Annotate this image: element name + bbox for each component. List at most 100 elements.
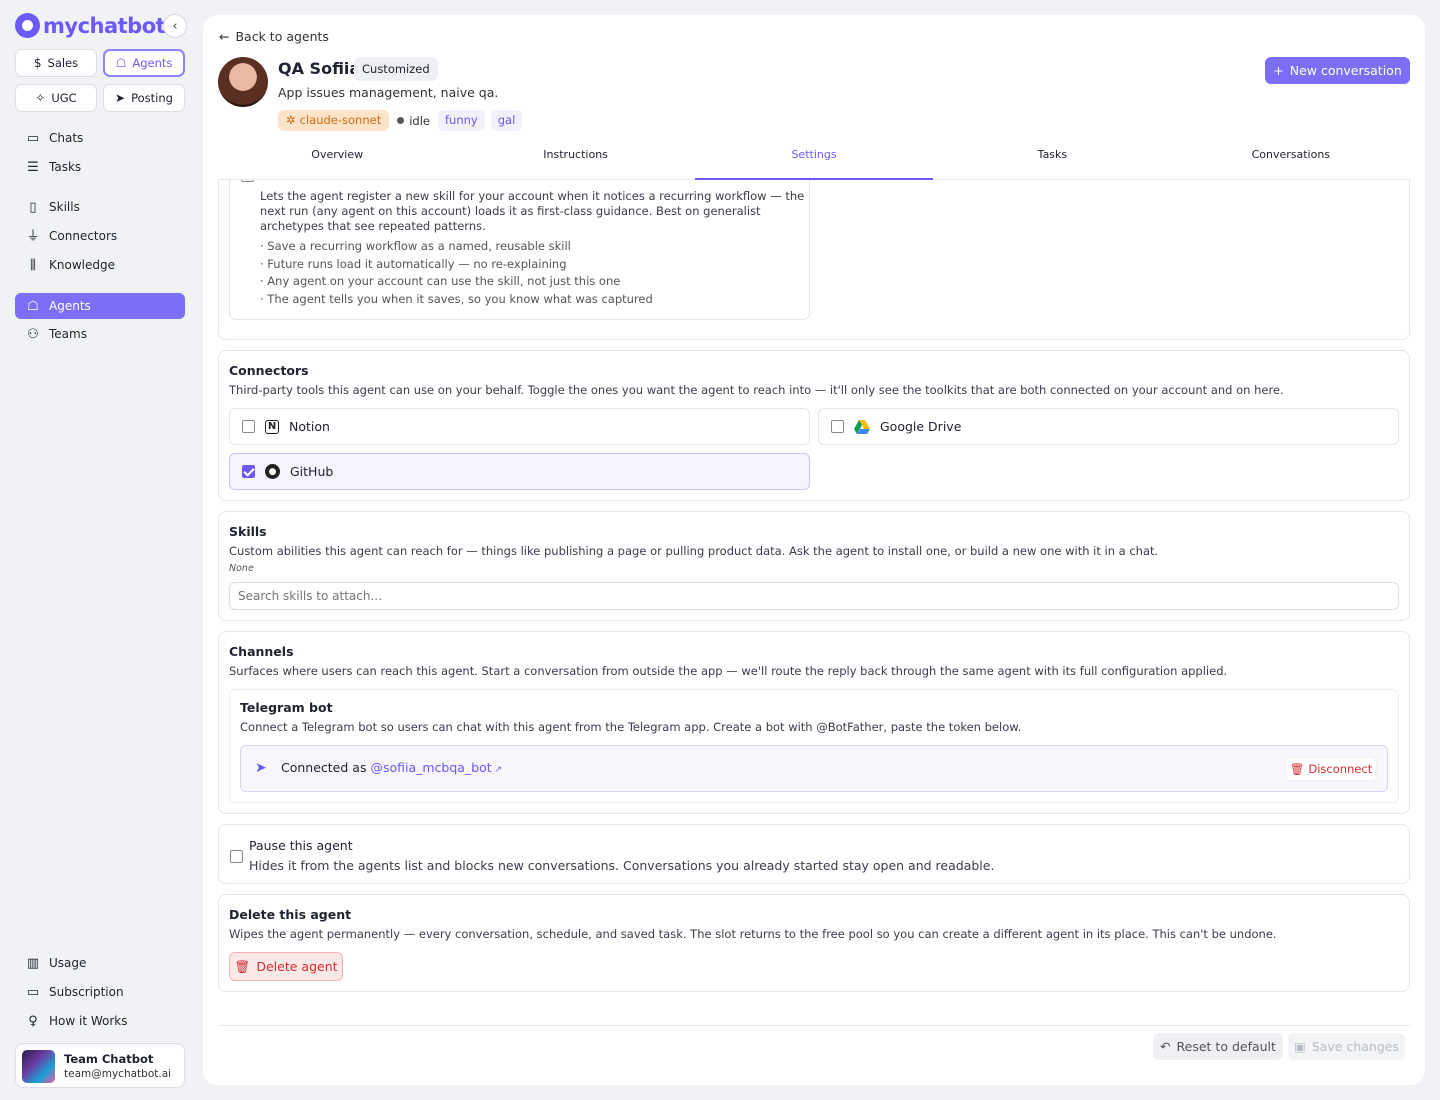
book-icon: ▯	[29, 199, 37, 215]
logo-text: mychatbot	[43, 14, 166, 38]
telegram-connection: ➤ Connected as @sofiia_mcbqa_bot ↗ 🗑 Disc…	[240, 745, 1388, 792]
collapse-sidebar-button[interactable]: ‹	[163, 14, 187, 38]
quick-ugc-label: UGC	[51, 91, 77, 105]
tag-funny: funny	[437, 110, 485, 131]
skills-search-input[interactable]	[229, 582, 1399, 610]
telegram-bot-link[interactable]: @sofiia_mcbqa_bot	[370, 760, 491, 775]
self-skill-option[interactable]: Lets the agent register a new skill for …	[229, 180, 810, 320]
telegram-connected-text: Connected as @sofiia_mcbqa_bot ↗	[281, 760, 502, 775]
quick-posting-label: Posting	[131, 91, 173, 105]
sidebar-item-usage[interactable]: ▥ Usage	[15, 950, 185, 976]
profile-name: Team Chatbot	[64, 1052, 154, 1066]
sidebar: mychatbot ‹ $ Sales ☖ Agents ✧ UGC ➤ Posting…	[0, 0, 200, 1100]
reset-to-default-button[interactable]: ↶ Reset to default	[1153, 1033, 1283, 1060]
github-icon: ●	[265, 464, 280, 479]
connector-google-drive[interactable]: Google Drive	[818, 408, 1399, 445]
new-conversation-label: New conversation	[1289, 63, 1402, 78]
quick-agents-label: Agents	[132, 56, 173, 70]
disconnect-label: Disconnect	[1308, 762, 1373, 776]
self-skill-checkbox[interactable]	[241, 180, 254, 182]
user-profile[interactable]: Team Chatbot team@mychatbot.ai	[15, 1043, 185, 1088]
robot-icon: ☖	[27, 298, 39, 314]
quick-sales-button[interactable]: $ Sales	[15, 49, 97, 77]
back-label: Back to agents	[235, 29, 329, 44]
tab-conversations[interactable]: Conversations	[1172, 140, 1410, 179]
model-badge: ✲ claude-sonnet	[278, 110, 390, 131]
connector-google-drive-checkbox[interactable]	[831, 420, 844, 433]
sidebar-item-label: Usage	[49, 956, 87, 970]
pause-agent-checkbox[interactable]	[230, 850, 243, 863]
trash-icon: 🗑	[1289, 762, 1305, 776]
sidebar-item-label: Subscription	[49, 985, 124, 999]
send-icon: ➤	[115, 91, 126, 105]
skills-card: Skills Custom abilities this agent can r…	[218, 511, 1410, 621]
bullet-item: · Future runs load it automatically — no…	[260, 256, 567, 271]
tab-tasks[interactable]: Tasks	[933, 140, 1171, 179]
sidebar-item-chats[interactable]: ▭ Chats	[15, 125, 185, 151]
model-label: claude-sonnet	[299, 113, 382, 127]
pause-card: Pause this agent Hides it from the agent…	[218, 824, 1410, 884]
sidebar-item-agents[interactable]: ☖ Agents	[15, 293, 185, 319]
chat-icon: ▭	[26, 130, 40, 146]
sidebar-item-label: Skills	[49, 200, 80, 214]
arrow-left-icon: ←	[219, 29, 230, 44]
external-link-icon: ↗	[491, 765, 503, 775]
new-conversation-button[interactable]: + New conversation	[1265, 57, 1410, 84]
sidebar-item-label: Tasks	[49, 160, 82, 174]
sidebar-item-teams[interactable]: ⚇ Teams	[15, 321, 185, 347]
delete-description: Wipes the agent permanently — every conv…	[229, 927, 1277, 941]
quick-sales-label: Sales	[47, 56, 79, 70]
connectors-title: Connectors	[229, 363, 309, 378]
bullet-item: · The agent tells you when it saves, so …	[260, 291, 653, 306]
connector-github-checkbox[interactable]	[242, 465, 255, 478]
bullet-item: · Any agent on your account can use the …	[260, 274, 621, 288]
delete-agent-button[interactable]: 🗑 Delete agent	[229, 952, 343, 981]
main-panel: ← Back to agents QA Sofiia Customized App…	[203, 15, 1425, 1085]
connector-notion[interactable]: N Notion	[229, 408, 810, 445]
google-drive-icon	[854, 419, 870, 435]
connected-prefix: Connected as	[281, 760, 371, 775]
avatar	[22, 1050, 55, 1083]
connectors-card: Connectors Third-party tools this agent …	[218, 350, 1410, 501]
logo-icon	[15, 13, 40, 38]
tab-settings[interactable]: Settings	[694, 140, 934, 180]
sidebar-item-how-it-works[interactable]: ♀ How it Works	[15, 1008, 185, 1034]
skills-empty-text: None	[229, 563, 254, 574]
disconnect-button[interactable]: 🗑 Disconnect	[1285, 757, 1377, 781]
back-to-agents-link[interactable]: ← Back to agents	[219, 29, 329, 44]
delete-title: Delete this agent	[229, 907, 352, 922]
spark-icon: ✲	[286, 113, 296, 127]
notion-icon: N	[265, 419, 279, 434]
quick-ugc-button[interactable]: ✧ UGC	[15, 84, 97, 112]
sidebar-item-skills[interactable]: ▯ Skills	[15, 194, 185, 220]
self-skill-card: Lets the agent register a new skill for …	[218, 180, 1410, 340]
sidebar-item-knowledge[interactable]: ⫼ Knowledge	[15, 252, 185, 278]
logo[interactable]: mychatbot ‹	[15, 12, 187, 40]
connector-label: Notion	[289, 419, 330, 434]
save-changes-button[interactable]: ▣ Save changes	[1288, 1033, 1405, 1060]
sidebar-item-label: Chats	[49, 131, 84, 145]
self-skill-bullets: · Save a recurring workflow as a named, …	[260, 238, 653, 308]
skills-title: Skills	[229, 524, 267, 539]
sidebar-item-subscription[interactable]: ▭ Subscription	[15, 979, 185, 1005]
connector-notion-checkbox[interactable]	[242, 420, 255, 433]
chevron-left-icon: ‹	[172, 18, 178, 34]
settings-content[interactable]: Lets the agent register a new skill for …	[203, 180, 1425, 1085]
quick-posting-button[interactable]: ➤ Posting	[103, 84, 185, 112]
telegram-title: Telegram bot	[240, 700, 333, 715]
trash-icon: 🗑	[234, 958, 251, 974]
tab-instructions[interactable]: Instructions	[456, 140, 694, 179]
quick-agents-button[interactable]: ☖ Agents	[103, 49, 185, 77]
undo-icon: ↶	[1160, 1039, 1171, 1054]
channels-description: Surfaces where users can reach this agen…	[229, 664, 1228, 678]
connector-label: GitHub	[290, 464, 334, 479]
channels-title: Channels	[229, 644, 294, 659]
sidebar-item-connectors[interactable]: ⏚ Connectors	[15, 223, 185, 249]
customized-badge: Customized	[354, 57, 438, 81]
dollar-icon: $	[33, 56, 42, 70]
lightbulb-icon: ♀	[28, 1013, 38, 1029]
connector-github[interactable]: ● GitHub	[229, 453, 810, 490]
sidebar-item-tasks[interactable]: ☰ Tasks	[15, 154, 185, 180]
footer-divider	[218, 1025, 1410, 1026]
tab-overview[interactable]: Overview	[218, 140, 456, 179]
